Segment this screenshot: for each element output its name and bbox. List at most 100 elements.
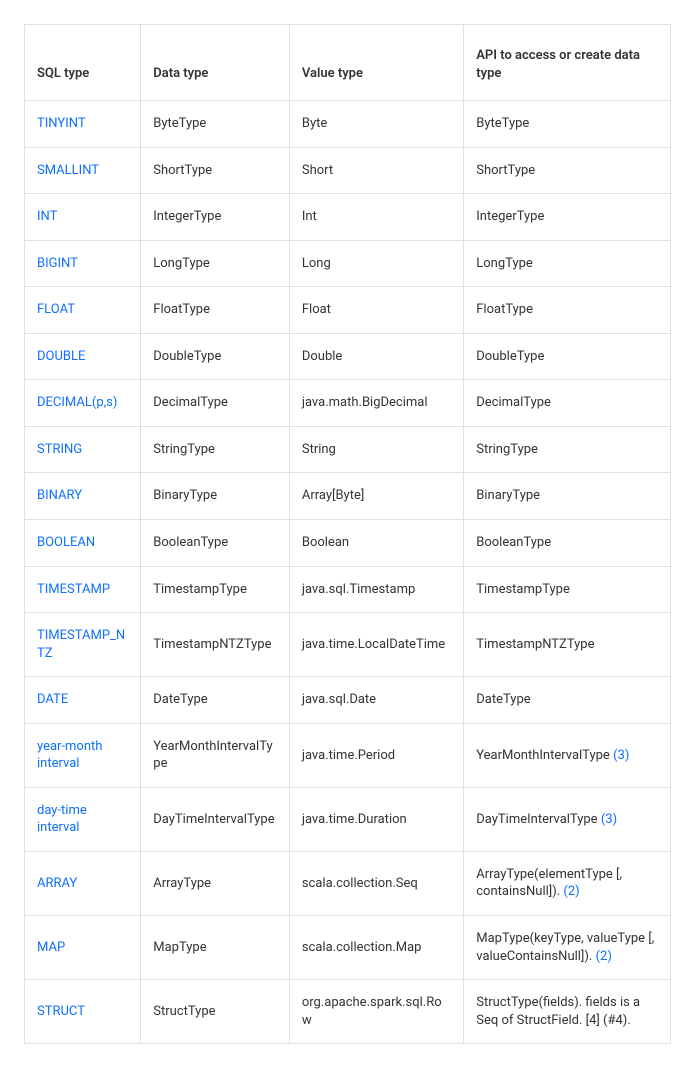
cell-sql-type: TIMESTAMP: [25, 566, 141, 613]
sql-type-link[interactable]: BOOLEAN: [37, 535, 95, 550]
header-sql-type: SQL type: [25, 25, 141, 101]
cell-api: DayTimeIntervalType (3): [464, 787, 671, 851]
cell-data-type: TimestampType: [141, 566, 290, 613]
api-text: BinaryType: [476, 488, 540, 503]
api-text: MapType(keyType, valueType [, valueConta…: [476, 931, 654, 964]
cell-api: ShortType: [464, 147, 671, 194]
cell-value-type: Array[Byte]: [289, 473, 463, 520]
cell-sql-type: SMALLINT: [25, 147, 141, 194]
cell-sql-type: BINARY: [25, 473, 141, 520]
cell-api: StringType: [464, 426, 671, 473]
api-text: BooleanType: [476, 535, 551, 550]
table-header-row: SQL type Data type Value type API to acc…: [25, 25, 671, 101]
table-row: DOUBLEDoubleTypeDoubleDoubleType: [25, 333, 671, 380]
cell-value-type: java.sql.Timestamp: [289, 566, 463, 613]
table-row: STRINGStringTypeStringStringType: [25, 426, 671, 473]
cell-data-type: MapType: [141, 916, 290, 980]
cell-api: DoubleType: [464, 333, 671, 380]
cell-data-type: ByteType: [141, 101, 290, 148]
cell-value-type: Int: [289, 194, 463, 241]
cell-data-type: DecimalType: [141, 380, 290, 427]
cell-data-type: IntegerType: [141, 194, 290, 241]
cell-sql-type: BIGINT: [25, 240, 141, 287]
table-row: day-time intervalDayTimeIntervalTypejava…: [25, 787, 671, 851]
cell-api: TimestampNTZType: [464, 613, 671, 677]
data-types-table: SQL type Data type Value type API to acc…: [24, 24, 671, 1044]
cell-value-type: java.math.BigDecimal: [289, 380, 463, 427]
cell-value-type: java.time.LocalDateTime: [289, 613, 463, 677]
cell-value-type: Short: [289, 147, 463, 194]
cell-value-type: Boolean: [289, 520, 463, 567]
cell-value-type: Float: [289, 287, 463, 334]
sql-type-link[interactable]: DECIMAL(p,s): [37, 395, 117, 410]
api-text: ByteType: [476, 116, 529, 131]
sql-type-link[interactable]: DOUBLE: [37, 349, 85, 364]
table-row: FLOAT FloatTypeFloatFloatType: [25, 287, 671, 334]
table-row: BINARYBinaryTypeArray[Byte]BinaryType: [25, 473, 671, 520]
api-note-link[interactable]: (3): [601, 812, 617, 827]
cell-sql-type: FLOAT: [25, 287, 141, 334]
api-note-link[interactable]: (2): [596, 949, 612, 964]
cell-value-type: scala.collection.Map: [289, 916, 463, 980]
sql-type-link[interactable]: DATE: [37, 692, 68, 707]
sql-type-link[interactable]: TIMESTAMP_NTZ: [37, 628, 125, 661]
api-text: YearMonthIntervalType: [476, 748, 613, 763]
sql-type-link[interactable]: SMALLINT: [37, 163, 99, 178]
cell-value-type: Byte: [289, 101, 463, 148]
cell-api: BinaryType: [464, 473, 671, 520]
cell-sql-type: STRING: [25, 426, 141, 473]
cell-api: FloatType: [464, 287, 671, 334]
api-text: LongType: [476, 256, 533, 271]
cell-api: DateType: [464, 677, 671, 724]
sql-type-link[interactable]: TIMESTAMP: [37, 582, 110, 597]
cell-api: StructType(fields). fields is a Seq of S…: [464, 980, 671, 1044]
table-row: BOOLEANBooleanTypeBooleanBooleanType: [25, 520, 671, 567]
sql-type-link[interactable]: BIGINT: [37, 256, 78, 271]
cell-data-type: FloatType: [141, 287, 290, 334]
sql-type-link[interactable]: day-time interval: [37, 803, 87, 836]
cell-data-type: ArrayType: [141, 851, 290, 915]
cell-value-type: Long: [289, 240, 463, 287]
sql-type-link[interactable]: STRING: [37, 442, 82, 457]
cell-api: MapType(keyType, valueType [, valueConta…: [464, 916, 671, 980]
api-note-link[interactable]: (3): [613, 748, 629, 763]
cell-value-type: org.apache.spark.sql.Row: [289, 980, 463, 1044]
cell-data-type: DateType: [141, 677, 290, 724]
table-row: INTIntegerTypeIntIntegerType: [25, 194, 671, 241]
table-row: BIGINTLongTypeLongLongType: [25, 240, 671, 287]
cell-api: ArrayType(elementType [, containsNull]).…: [464, 851, 671, 915]
sql-type-link[interactable]: TINYINT: [37, 116, 86, 131]
cell-sql-type: STRUCT: [25, 980, 141, 1044]
table-row: year-month interval YearMonthIntervalType…: [25, 723, 671, 787]
cell-sql-type: DATE: [25, 677, 141, 724]
cell-data-type: ShortType: [141, 147, 290, 194]
api-text: TimestampType: [476, 582, 570, 597]
api-note-link[interactable]: (2): [563, 884, 579, 899]
cell-api: IntegerType: [464, 194, 671, 241]
table-row: SMALLINT ShortTypeShortShortType: [25, 147, 671, 194]
cell-api: LongType: [464, 240, 671, 287]
table-row: TIMESTAMPTimestampTypejava.sql.Timestamp…: [25, 566, 671, 613]
sql-type-link[interactable]: BINARY: [37, 488, 82, 503]
table-row: TIMESTAMP_NTZ TimestampNTZTypejava.time.L…: [25, 613, 671, 677]
sql-type-link[interactable]: year-month interval: [37, 739, 102, 772]
sql-type-link[interactable]: STRUCT: [37, 1004, 85, 1019]
cell-data-type: StringType: [141, 426, 290, 473]
cell-data-type: DoubleType: [141, 333, 290, 380]
header-value-type: Value type: [289, 25, 463, 101]
sql-type-link[interactable]: ARRAY: [37, 876, 77, 891]
table-body: TINYINTByteTypeByteByteTypeSMALLINTShort…: [25, 101, 671, 1044]
api-text: DecimalType: [476, 395, 551, 410]
api-text: StringType: [476, 442, 538, 457]
api-text: DayTimeIntervalType: [476, 812, 601, 827]
cell-sql-type: DOUBLE: [25, 333, 141, 380]
table-row: DATEDateTypejava.sql.DateDateType: [25, 677, 671, 724]
table-row: DECIMAL(p,s)DecimalTypejava.math.BigDeci…: [25, 380, 671, 427]
sql-type-link[interactable]: FLOAT: [37, 302, 75, 317]
cell-api: TimestampType: [464, 566, 671, 613]
sql-type-link[interactable]: MAP: [37, 940, 65, 955]
cell-sql-type: MAP: [25, 916, 141, 980]
cell-sql-type: INT: [25, 194, 141, 241]
api-text: IntegerType: [476, 209, 544, 224]
sql-type-link[interactable]: INT: [37, 209, 57, 224]
